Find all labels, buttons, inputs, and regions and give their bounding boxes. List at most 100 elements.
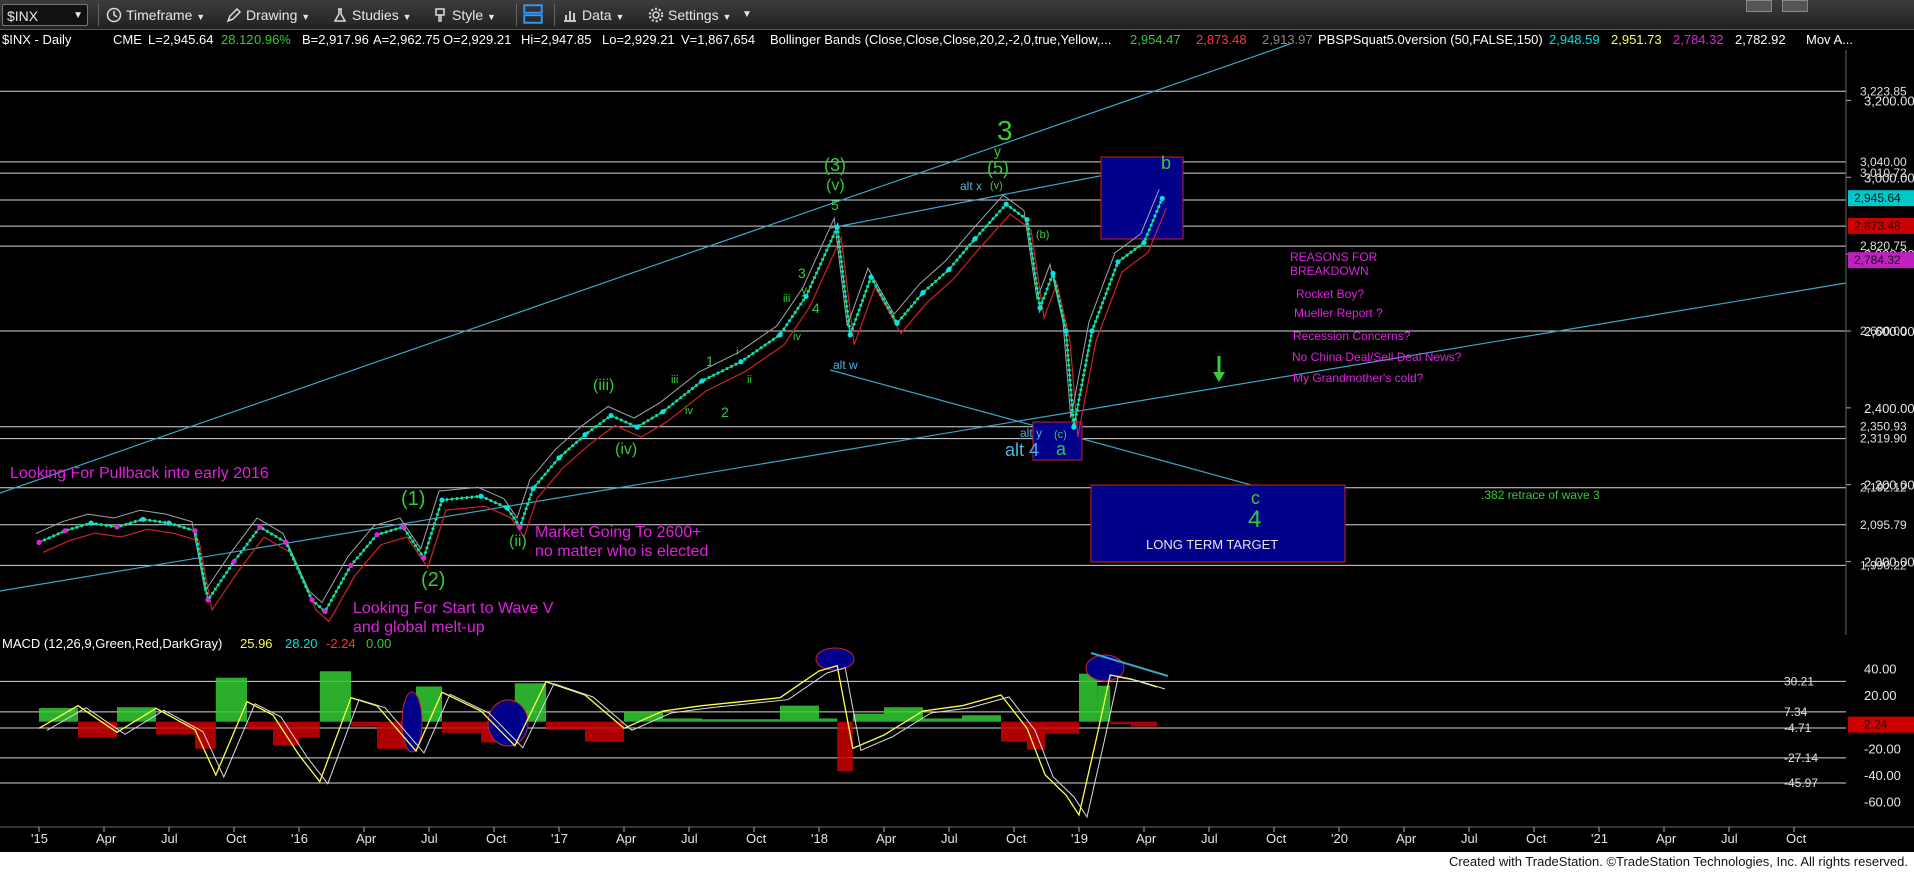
time-tick-label: Oct — [486, 831, 507, 846]
price-point — [972, 236, 978, 242]
price-point — [1050, 270, 1056, 276]
wave-label: (2) — [421, 569, 445, 591]
macd-histogram-bar — [819, 718, 838, 722]
bar-chart-icon — [564, 11, 576, 22]
settings-menu[interactable]: Settings ▼ — [648, 4, 731, 26]
price-tick-label: 3,000.00 — [1864, 170, 1914, 185]
price-point — [36, 539, 42, 545]
wave-label: 3 — [997, 115, 1013, 146]
header-bb-v1: 2,954.47 — [1130, 32, 1181, 47]
price-point — [556, 455, 562, 461]
data-menu[interactable]: Data ▼ — [562, 4, 624, 26]
header-low: Lo=2,929.21 — [602, 32, 675, 47]
pullback-note: Looking For Pullback into early 2016 — [10, 465, 269, 482]
toolbar-divider — [554, 4, 555, 26]
price-levels: 3,223.853,040.003,010.722,941.002,873.00… — [0, 84, 1907, 572]
trendlines — [0, 43, 1847, 592]
layout-button[interactable] — [522, 4, 546, 26]
studies-label: Studies — [352, 7, 399, 23]
time-tick-label: Apr — [616, 831, 637, 846]
time-tick-label: '17 — [551, 831, 568, 846]
price-point — [478, 493, 484, 499]
macd-tick-label: -60.00 — [1864, 795, 1901, 810]
macd-histogram-bar — [546, 721, 585, 730]
wave-label: 4 — [1248, 506, 1261, 533]
drawing-menu[interactable]: Drawing ▼ — [226, 4, 310, 26]
chart-canvas[interactable]: $INX - Daily CME L=2,945.64 28.12 0.96% … — [0, 30, 1914, 852]
wave-label: 5 — [831, 197, 839, 213]
macd-histogram-bar — [1131, 721, 1157, 727]
annotations: Looking For Pullback into early 2016 Mar… — [10, 250, 1600, 636]
clock-icon — [106, 7, 122, 23]
price-point — [660, 409, 666, 415]
price-tick-label: 2,000.00 — [1864, 555, 1914, 570]
price-point — [1141, 240, 1147, 246]
time-tick-label: '21 — [1591, 831, 1608, 846]
macd-header: MACD (12,26,9,Green,Red,DarkGray) 25.96 … — [2, 636, 391, 651]
price-point — [309, 597, 315, 603]
header-mov: Mov A... — [1806, 32, 1853, 47]
macd-histogram-bar — [442, 721, 481, 733]
macd-histogram-bar — [1001, 721, 1027, 742]
macd-histogram-bar — [247, 721, 273, 730]
wave-label: alt w — [833, 358, 858, 372]
macd-histogram-bar — [319, 671, 351, 722]
price-point — [231, 558, 237, 565]
macd-histogram-bar — [215, 677, 247, 722]
copyright-text: Created with TradeStation. ©TradeStation… — [1448, 854, 1908, 869]
header-bid: B=2,917.96 — [302, 32, 369, 47]
price-point — [1063, 328, 1069, 334]
start-wave-note-line2: and global melt-up — [353, 619, 485, 636]
wave-label: iii — [671, 374, 678, 386]
price-point — [140, 516, 146, 522]
time-tick-label: Jul — [161, 831, 178, 846]
macd-histogram-bar — [117, 707, 156, 722]
studies-menu[interactable]: Studies ▼ — [332, 4, 412, 26]
macd-histogram-bar — [852, 713, 884, 722]
wave-label: i — [736, 346, 738, 358]
upper-trendline — [0, 43, 1291, 494]
price-point — [374, 532, 380, 538]
price-point — [847, 332, 853, 338]
close-window-button[interactable] — [1782, 0, 1808, 12]
price-tag-label: 2,945.64 — [1854, 191, 1901, 205]
macd-histogram-bar — [962, 715, 1001, 722]
time-tick-label: '20 — [1331, 831, 1348, 846]
data-label: Data — [582, 7, 612, 23]
chevron-down-icon: ▼ — [402, 12, 412, 22]
price-point — [62, 528, 68, 534]
time-tick-label: Oct — [226, 831, 247, 846]
style-menu[interactable]: Style ▼ — [432, 4, 496, 26]
toolbar: $INX ▼ Timeframe ▼ Drawing ▼ Studies ▼ St… — [0, 0, 1914, 30]
header-pct: 0.96% — [254, 32, 291, 47]
header-pbs-v1: 2,948.59 — [1549, 32, 1600, 47]
time-tick-label: '15 — [31, 831, 48, 846]
wave-label: alt y — [1020, 426, 1042, 440]
macd-tick-label: 20.00 — [1864, 688, 1897, 703]
time-axis: '15 Apr Jul Oct '16 Apr Jul Oct '17 Apr Jul Oct '18 A… — [0, 826, 1914, 846]
price-point — [348, 562, 354, 569]
macd-level-label: 7.34 — [1784, 705, 1808, 719]
price-axis: 3,200.003,000.002,800.002,600.002,400.00… — [1845, 50, 1914, 635]
price-tag-label: 2,784.32 — [1854, 253, 1901, 267]
overflow-chevron-icon[interactable]: ▼ — [742, 4, 752, 26]
macd-level-label: -45.97 — [1784, 776, 1818, 790]
wave-label: (ii) — [509, 533, 527, 550]
header-symbol: $INX - Daily — [2, 32, 72, 47]
wave-label: 1 — [706, 353, 714, 369]
market-2600-note-line1: Market Going To 2600+ — [535, 524, 701, 541]
footer: Created with TradeStation. ©TradeStation… — [0, 852, 1914, 872]
wave-label: alt 4 — [1005, 440, 1039, 460]
macd-histogram-bar — [585, 721, 624, 742]
reasons-title-line1: REASONS FOR — [1290, 250, 1378, 264]
price-tick-label: 2,400.00 — [1864, 401, 1914, 416]
price-point — [608, 412, 614, 419]
time-tick-label: Apr — [96, 831, 117, 846]
wave-label: (b) — [1036, 229, 1049, 241]
wave-label: (5) — [987, 158, 1009, 178]
symbol-selector[interactable]: $INX ▼ — [2, 4, 88, 26]
level-label: 2,095.79 — [1860, 518, 1907, 532]
header-ask: A=2,962.75 — [373, 32, 440, 47]
timeframe-menu[interactable]: Timeframe ▼ — [106, 4, 205, 26]
restore-window-button[interactable] — [1746, 0, 1772, 12]
